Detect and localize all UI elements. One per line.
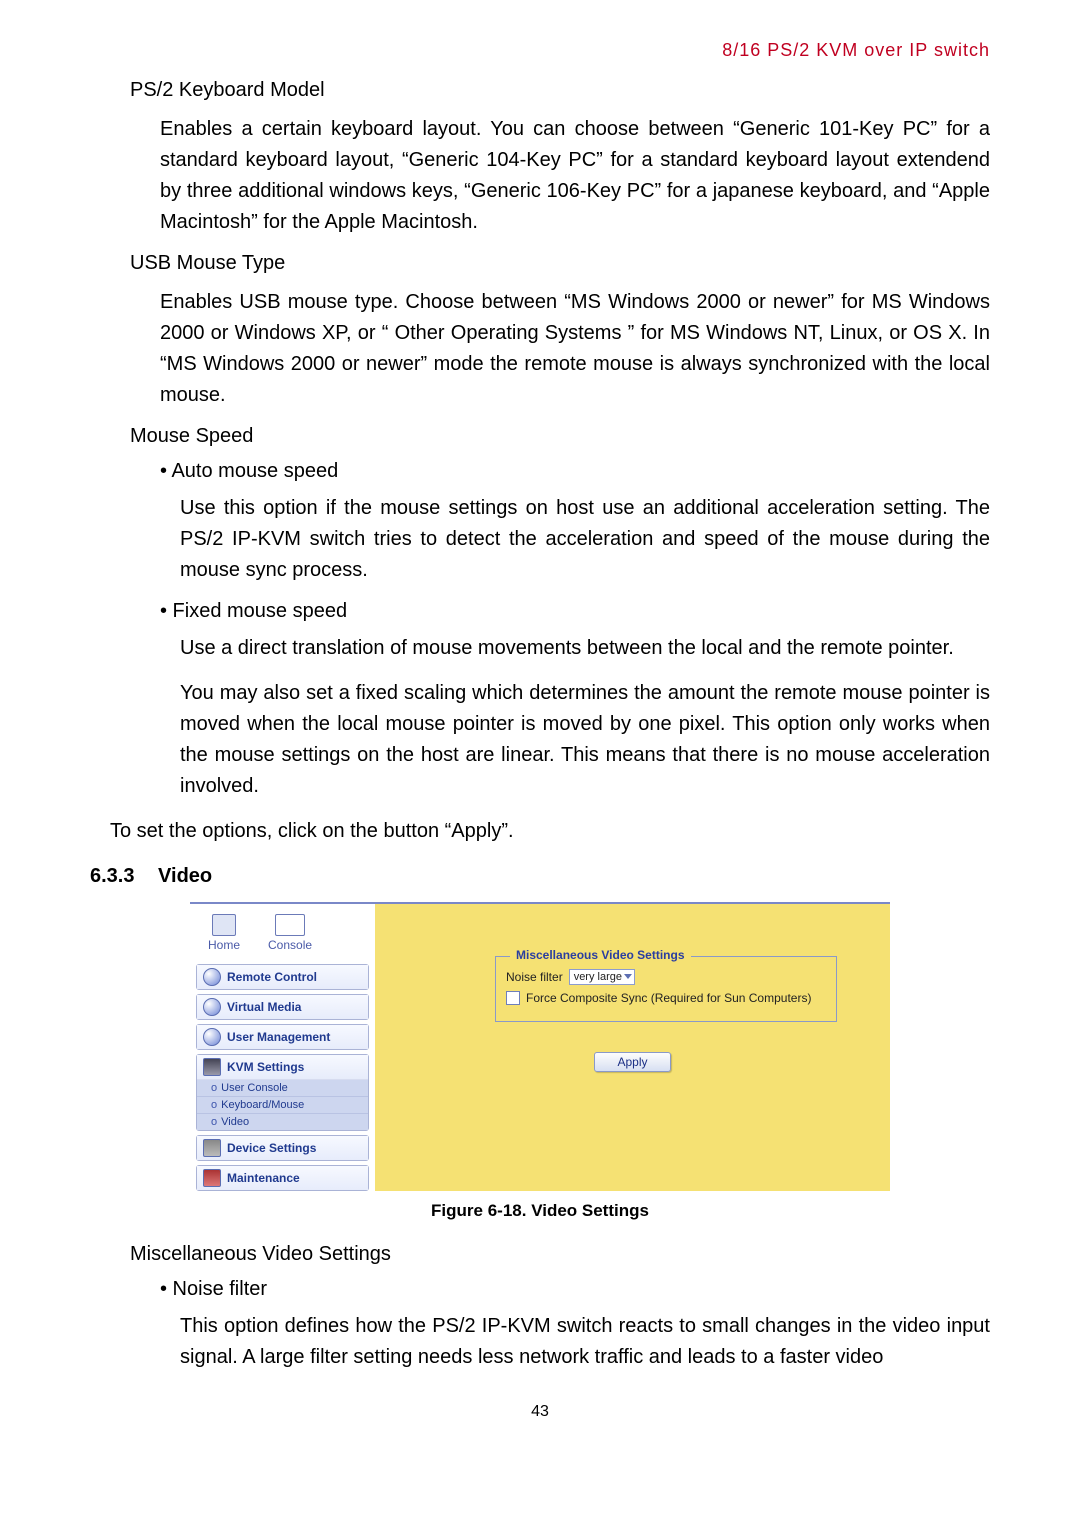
apply-button[interactable]: Apply	[594, 1052, 670, 1072]
figure-screenshot: Home Console Remote Control	[190, 902, 890, 1191]
heading-ps2-keyboard: PS/2 Keyboard Model	[90, 79, 990, 102]
para-noise-filter: This option defines how the PS/2 IP-KVM …	[90, 1311, 990, 1373]
fieldset-legend: Miscellaneous Video Settings	[510, 948, 691, 962]
nav-sub-user-console[interactable]: oUser Console	[197, 1080, 368, 1097]
toolbar-home[interactable]: Home	[208, 914, 240, 952]
para-auto-mouse: Use this option if the mouse settings on…	[90, 493, 990, 586]
nav-user-management[interactable]: User Management	[197, 1025, 368, 1049]
heading-mouse-speed: Mouse Speed	[90, 425, 990, 448]
nav-sub-keyboard-mouse[interactable]: oKeyboard/Mouse	[197, 1097, 368, 1114]
console-icon	[275, 914, 305, 936]
nav-maintenance[interactable]: Maintenance	[197, 1166, 368, 1190]
nav-kvm-settings-label: KVM Settings	[227, 1060, 304, 1074]
heading-misc-video: Miscellaneous Video Settings	[90, 1243, 990, 1266]
section-number: 6.3.3	[90, 865, 134, 887]
user-management-icon	[203, 1028, 221, 1046]
screenshot-sidebar: Home Console Remote Control	[190, 904, 375, 1191]
para-fixed-mouse-1: Use a direct translation of mouse moveme…	[90, 633, 990, 664]
kvm-settings-icon	[203, 1058, 221, 1076]
section-title: Video	[158, 865, 212, 887]
toolbar-console[interactable]: Console	[268, 914, 312, 952]
bullet-auto-mouse: • Auto mouse speed	[90, 460, 990, 483]
nav-device-settings-label: Device Settings	[227, 1141, 316, 1155]
home-icon	[212, 914, 236, 936]
device-settings-icon	[203, 1139, 221, 1157]
force-sync-label: Force Composite Sync (Required for Sun C…	[526, 991, 811, 1005]
noise-filter-select[interactable]: very large	[569, 969, 635, 985]
force-sync-checkbox[interactable]	[506, 991, 520, 1005]
nav-user-management-label: User Management	[227, 1030, 330, 1044]
nav-virtual-media-label: Virtual Media	[227, 1000, 301, 1014]
misc-video-fieldset: Miscellaneous Video Settings Noise filte…	[495, 956, 837, 1022]
nav-device-settings[interactable]: Device Settings	[197, 1136, 368, 1160]
remote-control-icon	[203, 968, 221, 986]
para-usb-mouse: Enables USB mouse type. Choose between “…	[90, 287, 990, 411]
figure-caption: Figure 6-18. Video Settings	[90, 1201, 990, 1221]
virtual-media-icon	[203, 998, 221, 1016]
screenshot-content: Miscellaneous Video Settings Noise filte…	[375, 904, 890, 1191]
bullet-noise-filter: • Noise filter	[90, 1278, 990, 1301]
maintenance-icon	[203, 1169, 221, 1187]
para-apply-hint: To set the options, click on the button …	[90, 816, 990, 847]
nav-remote-control[interactable]: Remote Control	[197, 965, 368, 989]
nav-remote-control-label: Remote Control	[227, 970, 317, 984]
para-ps2-keyboard: Enables a certain keyboard layout. You c…	[90, 114, 990, 238]
nav-sub-video[interactable]: oVideo	[197, 1114, 368, 1130]
nav-maintenance-label: Maintenance	[227, 1171, 300, 1185]
noise-filter-label: Noise filter	[506, 970, 563, 984]
toolbar-console-label: Console	[268, 938, 312, 952]
toolbar-home-label: Home	[208, 938, 240, 952]
heading-usb-mouse: USB Mouse Type	[90, 252, 990, 275]
nav-virtual-media[interactable]: Virtual Media	[197, 995, 368, 1019]
para-fixed-mouse-2: You may also set a fixed scaling which d…	[90, 678, 990, 802]
nav-kvm-settings[interactable]: KVM Settings	[197, 1055, 368, 1080]
heading-video: 6.3.3 Video	[90, 865, 990, 888]
running-header: 8/16 PS/2 KVM over IP switch	[90, 40, 990, 61]
bullet-fixed-mouse: • Fixed mouse speed	[90, 600, 990, 623]
page-number: 43	[90, 1403, 990, 1421]
